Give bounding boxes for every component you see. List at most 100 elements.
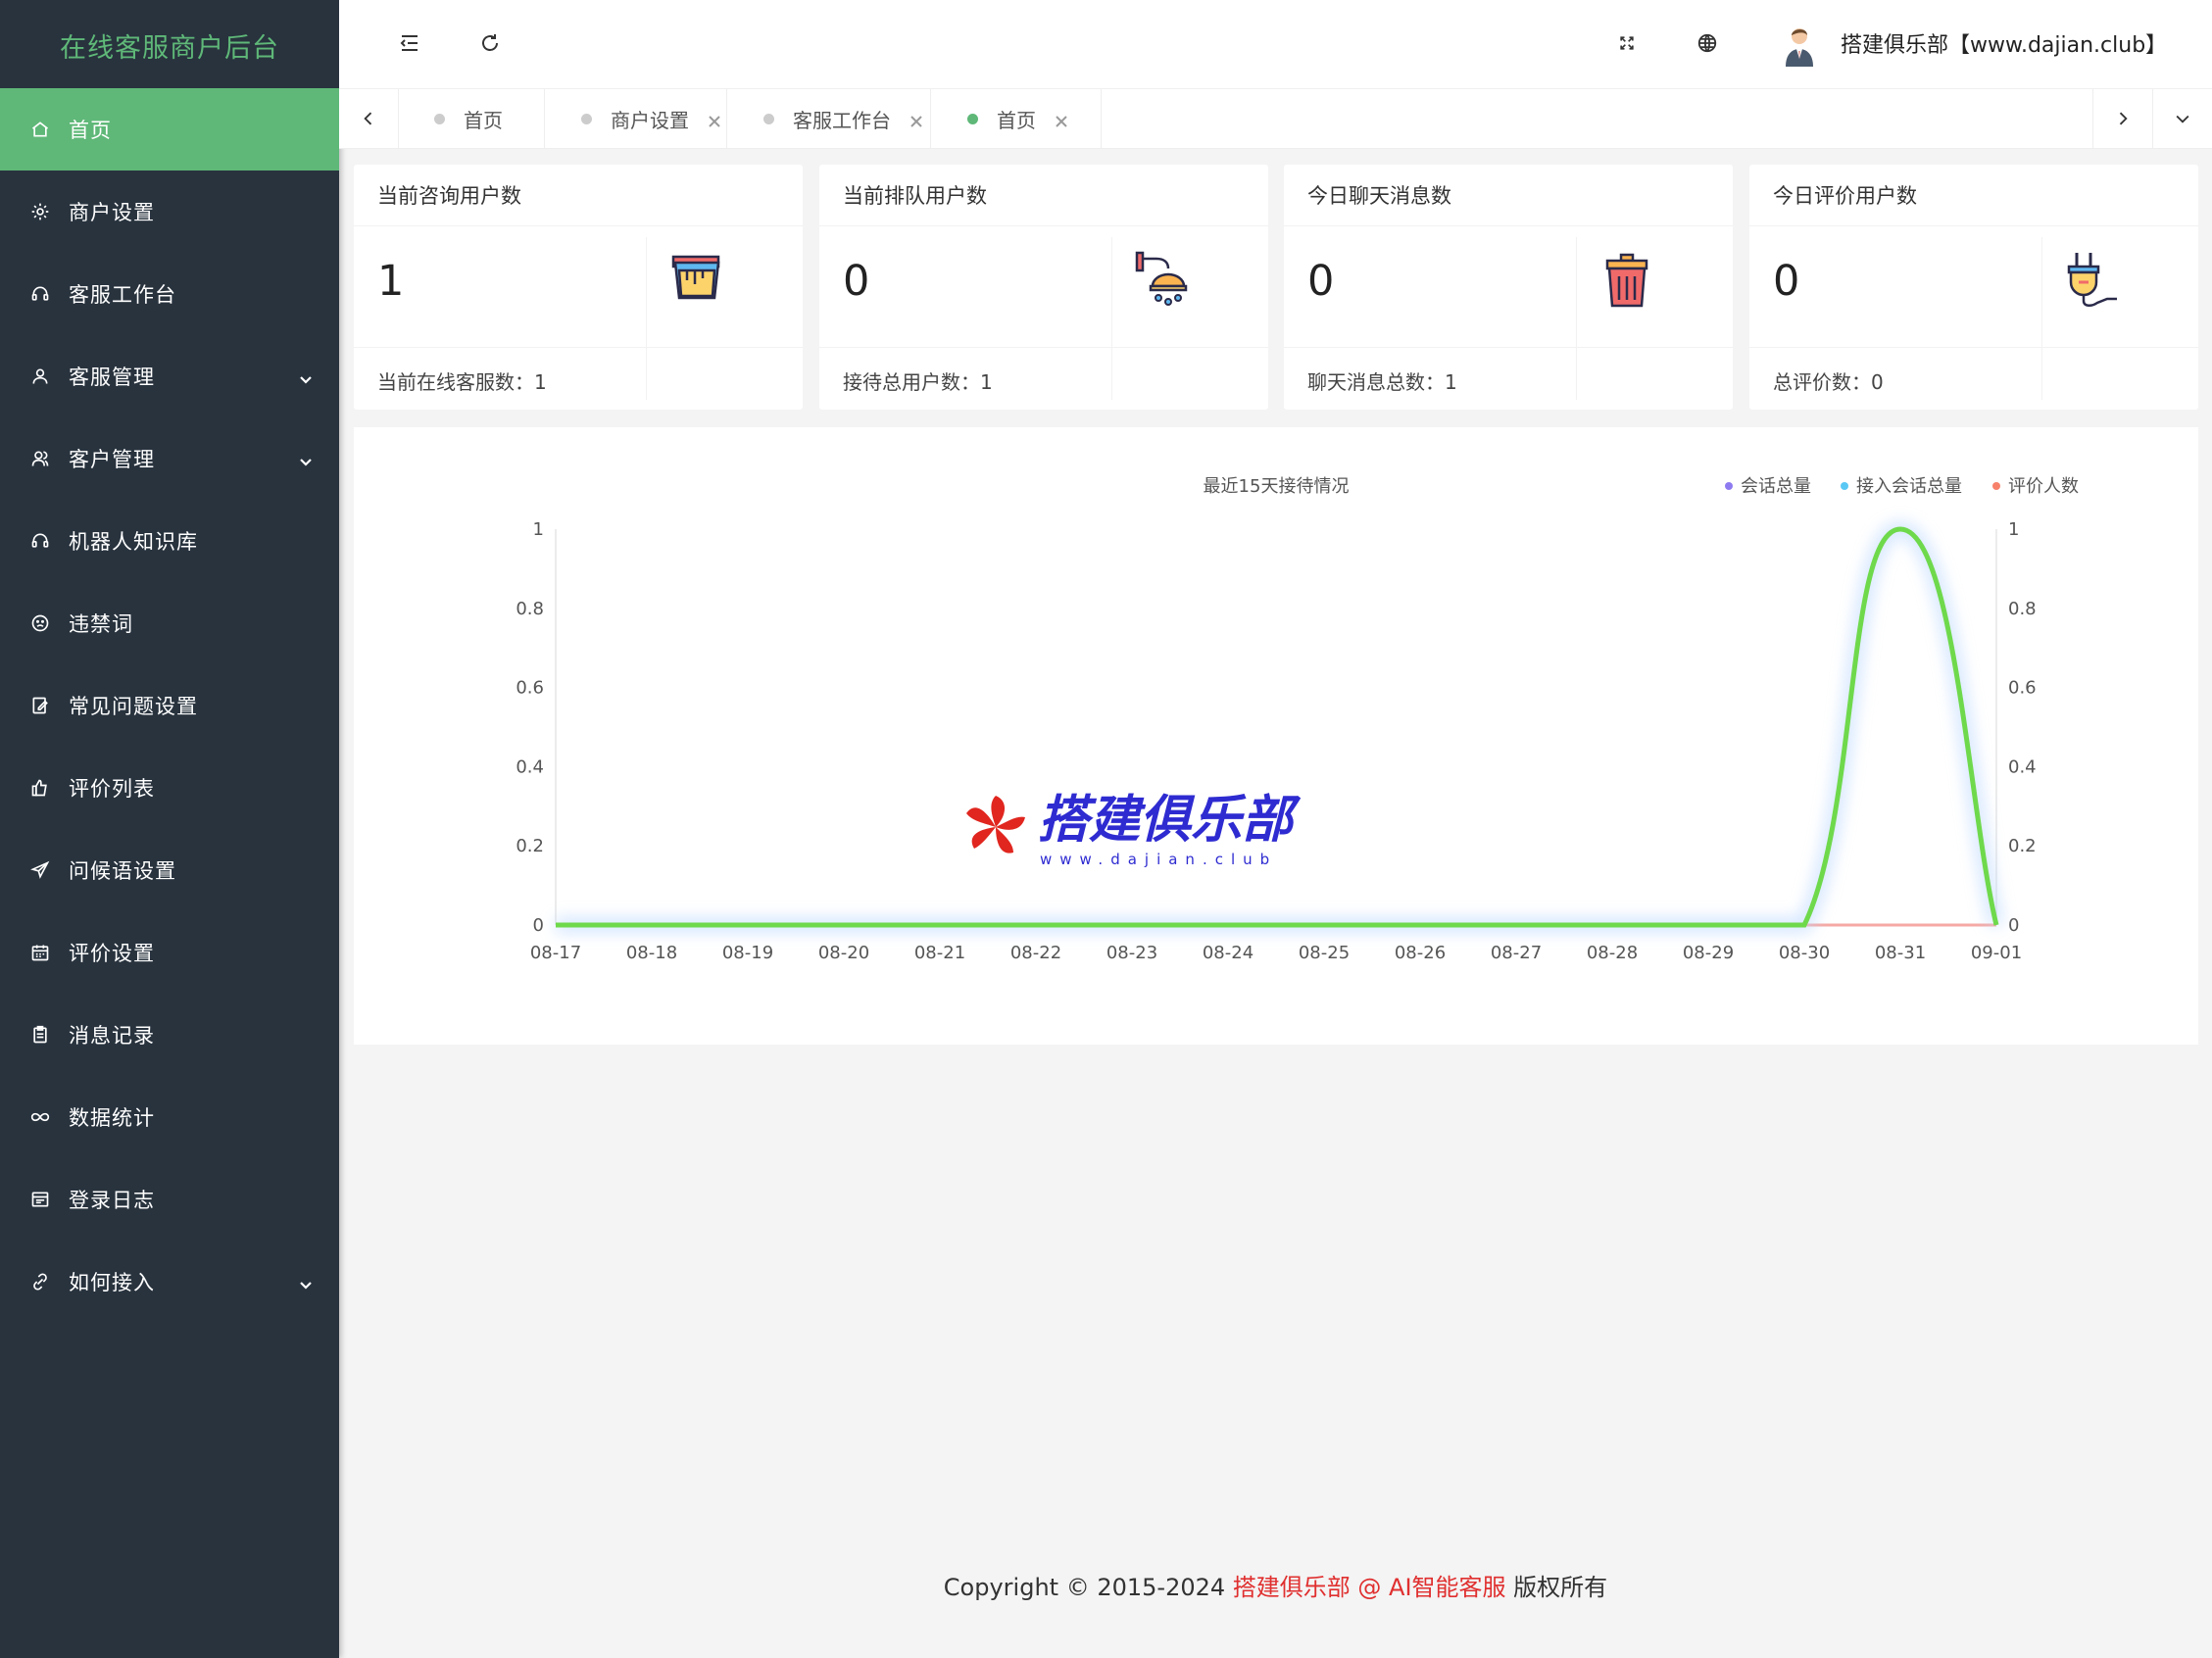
divider <box>819 347 1268 348</box>
users-icon <box>29 448 51 469</box>
x-tick-label: 08-25 <box>1299 943 1350 963</box>
avatar[interactable] <box>1780 24 1819 67</box>
thumb-up-icon <box>29 777 51 799</box>
card-title: 今日评价用户数 <box>1773 184 1917 208</box>
tab-1[interactable]: 商户设置 <box>545 89 727 148</box>
sidebar-item-4[interactable]: 客户管理 <box>0 417 339 500</box>
sidebar-item-6[interactable]: 违禁词 <box>0 582 339 664</box>
stat-card-2: 今日聊天消息数 0 聊天消息总数：1 <box>1284 165 1733 410</box>
reception-chart: 最近15天接待情况 会话总量 接入会话总量 评价人数 0 0.2 0.4 0.6 0.8 1 0 0.… <box>516 476 2079 963</box>
sidebar-item-label: 如何接入 <box>69 1271 155 1294</box>
home-icon <box>29 119 51 140</box>
footer-prefix: Copyright © 2015-2024 <box>943 1574 1233 1601</box>
y-tick-label: 0.8 <box>516 599 544 619</box>
headset-icon <box>29 530 51 552</box>
globe-icon[interactable] <box>1692 27 1723 59</box>
divider <box>1749 225 2198 226</box>
divider <box>1576 237 1577 400</box>
sidebar-item-label: 客服管理 <box>69 366 155 389</box>
sidebar-item-7[interactable]: 常见问题设置 <box>0 664 339 747</box>
x-tick-label: 08-30 <box>1779 943 1830 963</box>
card-footer: 总评价数：0 <box>1773 370 1884 394</box>
x-tick-label: 08-27 <box>1491 943 1542 963</box>
close-icon[interactable] <box>1054 111 1069 127</box>
stat-card-3: 今日评价用户数 0 总评价数：0 <box>1749 165 2198 410</box>
sidebar-item-label: 登录日志 <box>69 1189 155 1212</box>
fullscreen-icon[interactable] <box>1611 27 1643 59</box>
sidebar-item-label: 消息记录 <box>69 1024 155 1048</box>
shower-icon <box>1131 249 1194 312</box>
sidebar-item-9[interactable]: 问候语设置 <box>0 829 339 911</box>
menu-toggle-icon[interactable] <box>394 27 425 59</box>
tab-scroll-left-icon[interactable] <box>339 89 399 148</box>
tab-scroll-right-icon[interactable] <box>2092 89 2153 148</box>
tab-menu-chevron-down-icon[interactable] <box>2152 89 2212 148</box>
tab-0[interactable]: 首页 <box>398 89 545 148</box>
gear-icon <box>29 201 51 222</box>
y2-tick-label: 0 <box>2008 915 2019 936</box>
x-tick-label: 08-20 <box>818 943 869 963</box>
sidebar-item-13[interactable]: 登录日志 <box>0 1158 339 1241</box>
sidebar-item-label: 客服工作台 <box>69 283 176 307</box>
sidebar-item-14[interactable]: 如何接入 <box>0 1241 339 1323</box>
user-name[interactable]: 搭建俱乐部【www.dajian.club】 <box>1841 27 2167 59</box>
window-icon <box>29 1189 51 1210</box>
legend-label[interactable]: 评价人数 <box>2008 476 2079 497</box>
plug-icon <box>2061 249 2124 312</box>
app-title: 在线客服商户后台 <box>60 33 279 64</box>
chevron-down-icon <box>298 1274 314 1290</box>
tab-status-dot <box>581 113 592 124</box>
divider <box>2041 237 2042 400</box>
card-value: 0 <box>1773 257 1800 306</box>
chevron-down-icon <box>298 368 314 384</box>
card-title: 当前咨询用户数 <box>377 184 521 208</box>
sidebar-item-12[interactable]: 数据统计 <box>0 1076 339 1158</box>
y2-tick-label: 0.4 <box>2008 756 2037 777</box>
tab-2[interactable]: 客服工作台 <box>727 89 931 148</box>
card-title: 今日聊天消息数 <box>1307 184 1451 208</box>
x-tick-label: 08-28 <box>1587 943 1638 963</box>
footer-brand-link[interactable]: 搭建俱乐部 @ AI智能客服 <box>1233 1574 1506 1601</box>
face-icon <box>29 612 51 634</box>
sidebar-item-label: 常见问题设置 <box>69 695 198 718</box>
divider <box>1284 225 1733 226</box>
tab-label: 首页 <box>997 108 1036 132</box>
legend-label[interactable]: 接入会话总量 <box>1856 476 1962 497</box>
paint-bucket-icon <box>665 249 728 312</box>
close-icon[interactable] <box>707 111 722 127</box>
card-value: 0 <box>843 257 870 306</box>
close-icon[interactable] <box>909 111 924 127</box>
sidebar-menu: 首页商户设置客服工作台客服管理客户管理 机器人知识库 违禁词常见问题设置评价列表 问候… <box>0 88 339 1323</box>
y-tick-label: 0.6 <box>516 678 544 699</box>
x-tick-label: 08-17 <box>530 943 581 963</box>
y-tick-label: 0.2 <box>516 836 544 856</box>
divider <box>354 347 803 348</box>
y-tick-label: 0.4 <box>516 756 544 777</box>
legend-label[interactable]: 会话总量 <box>1741 476 1811 497</box>
sidebar-item-2[interactable]: 客服工作台 <box>0 253 339 335</box>
divider <box>646 237 647 400</box>
divider <box>1284 347 1733 348</box>
x-tick-label: 08-29 <box>1683 943 1734 963</box>
sidebar-item-3[interactable]: 客服管理 <box>0 335 339 417</box>
edit-icon <box>29 695 51 716</box>
calendar-icon <box>29 942 51 963</box>
legend-marker <box>1725 482 1733 490</box>
x-tick-label: 08-31 <box>1875 943 1926 963</box>
x-tick-label: 08-23 <box>1106 943 1157 963</box>
divider <box>1111 237 1112 400</box>
refresh-icon[interactable] <box>474 27 506 59</box>
sidebar-item-10[interactable]: 评价设置 <box>0 911 339 994</box>
user-icon <box>29 366 51 387</box>
sidebar-item-11[interactable]: 消息记录 <box>0 994 339 1076</box>
x-tick-label: 08-24 <box>1203 943 1253 963</box>
sidebar-item-5[interactable]: 机器人知识库 <box>0 500 339 582</box>
x-tick-label: 09-01 <box>1971 943 2022 963</box>
tab-3[interactable]: 首页 <box>931 89 1102 148</box>
y2-tick-label: 1 <box>2008 519 2019 540</box>
tab-status-dot <box>967 113 978 124</box>
sidebar-item-label: 首页 <box>69 119 112 142</box>
sidebar-item-8[interactable]: 评价列表 <box>0 747 339 829</box>
sidebar-item-1[interactable]: 商户设置 <box>0 171 339 253</box>
sidebar-item-0[interactable]: 首页 <box>0 88 339 171</box>
